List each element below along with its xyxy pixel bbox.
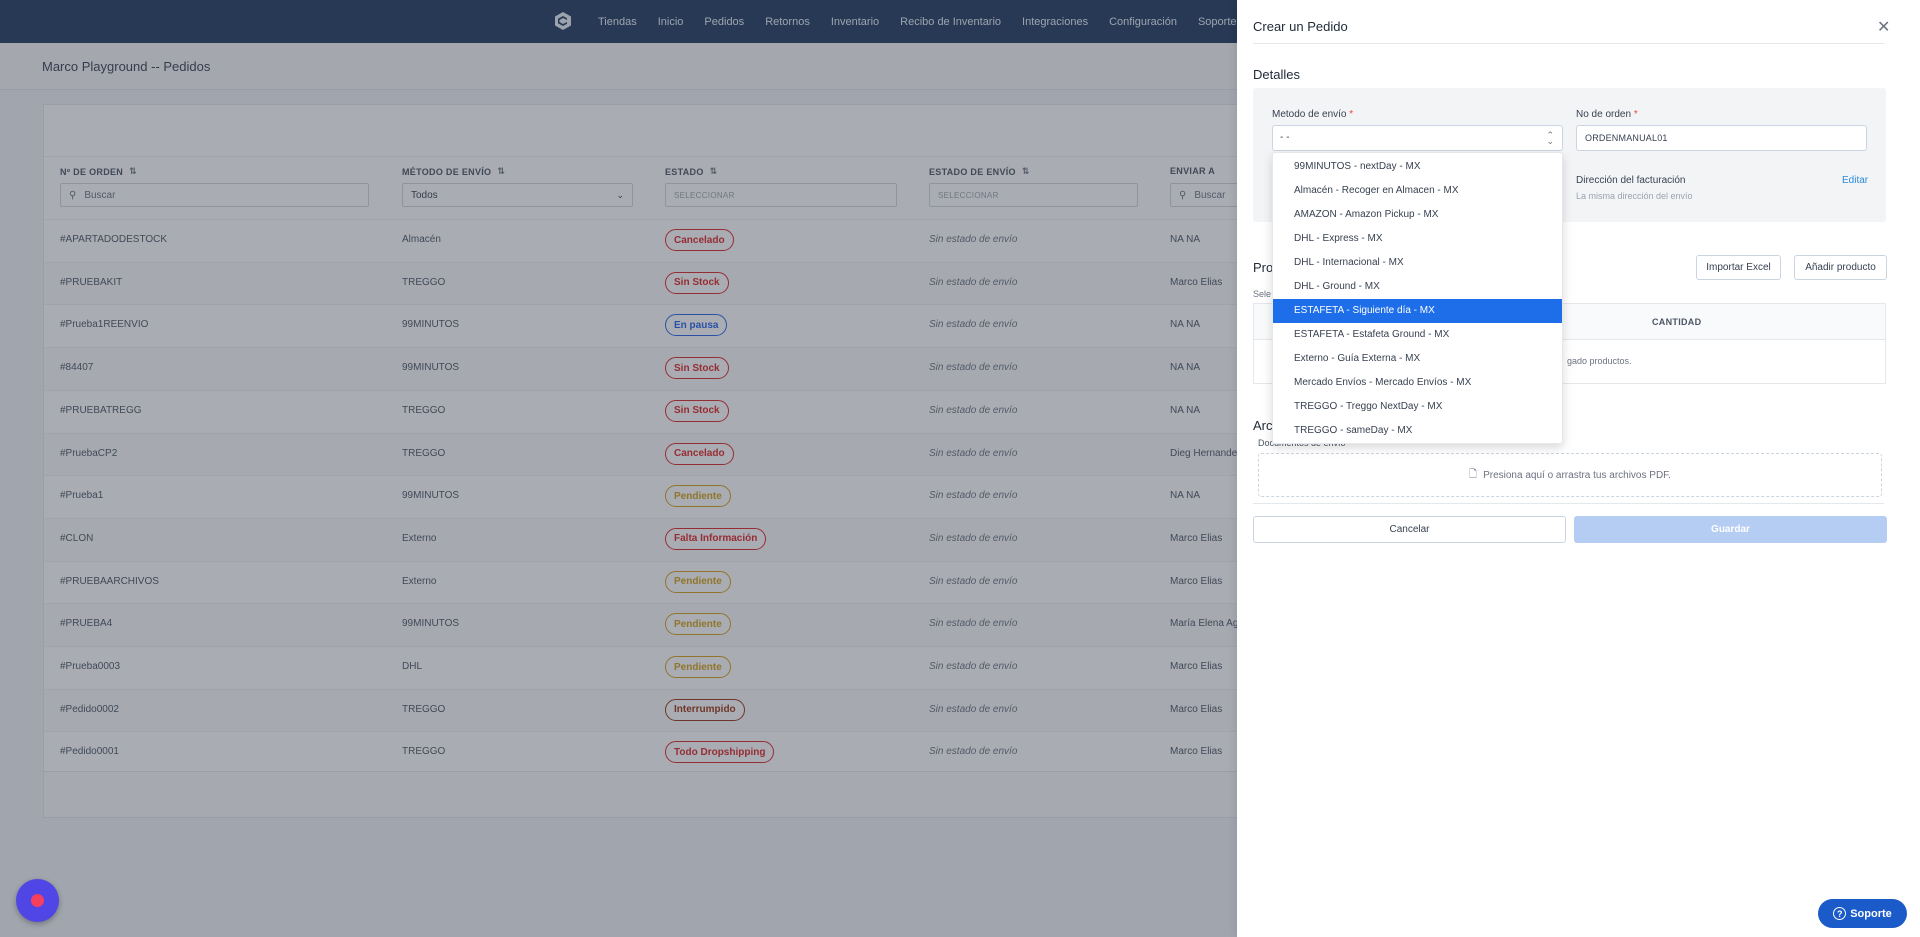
divider: [1253, 43, 1884, 44]
required-asterisk: *: [1349, 109, 1354, 120]
shipping-method-select[interactable]: - - ⌃ ⌄: [1272, 125, 1563, 151]
save-button[interactable]: Guardar: [1574, 516, 1887, 543]
quantity-column-header: CANTIDAD: [1652, 317, 1702, 327]
cancel-button[interactable]: Cancelar: [1253, 516, 1566, 543]
dropzone-text: Presiona aquí o arrastra tus archivos PD…: [1483, 469, 1671, 481]
shipping-method-value: - -: [1280, 132, 1290, 143]
select-updown-icon: ⌃ ⌄: [1546, 130, 1554, 146]
dropdown-option[interactable]: ESTAFETA - Siguiente día - MX: [1273, 299, 1562, 323]
empty-products-message: gado productos.: [1567, 356, 1632, 366]
dropdown-option[interactable]: DHL - Express - MX: [1273, 227, 1562, 251]
add-product-button[interactable]: Añadir producto: [1794, 255, 1887, 280]
shipping-method-label-text: Metodo de envío: [1272, 109, 1347, 120]
pdf-dropzone[interactable]: 🗋 Presiona aquí o arrastra tus archivos …: [1258, 453, 1882, 497]
shipping-method-label: Metodo de envío *: [1272, 109, 1353, 120]
support-label: Soporte: [1850, 907, 1892, 920]
close-icon[interactable]: ✕: [1877, 17, 1890, 37]
billing-address-title: Dirección del facturación: [1576, 175, 1686, 186]
required-asterisk: *: [1633, 109, 1638, 120]
dropdown-option[interactable]: Externo - Guía Externa - MX: [1273, 347, 1562, 371]
details-section-title: Detalles: [1253, 67, 1300, 82]
order-number-input[interactable]: ORDENMANUAL01: [1576, 125, 1867, 151]
dropdown-option[interactable]: AMAZON - Amazon Pickup - MX: [1273, 203, 1562, 227]
file-icon: 🗋: [1469, 468, 1478, 480]
dropdown-option[interactable]: TREGGO - Treggo NextDay - MX: [1273, 395, 1562, 419]
dropdown-option[interactable]: DHL - Ground - MX: [1273, 275, 1562, 299]
chat-dot-icon: [31, 894, 44, 907]
billing-address-subtitle: La misma dirección del envío: [1576, 191, 1693, 201]
dropdown-option[interactable]: DHL - Internacional - MX: [1273, 251, 1562, 275]
dropdown-option[interactable]: TREGGO - sameDay - MX: [1273, 419, 1562, 443]
chat-launcher-button[interactable]: [16, 879, 59, 922]
support-button[interactable]: ? Soporte: [1818, 899, 1907, 928]
order-number-label-text: No de orden: [1576, 109, 1632, 120]
panel-title: Crear un Pedido: [1253, 19, 1348, 34]
dropdown-option[interactable]: Mercado Envíos - Mercado Envíos - MX: [1273, 371, 1562, 395]
import-excel-button[interactable]: Importar Excel: [1696, 255, 1781, 280]
dropdown-option[interactable]: 99MINUTOS - nextDay - MX: [1273, 155, 1562, 179]
dropdown-option[interactable]: Almacén - Recoger en Almacen - MX: [1273, 179, 1562, 203]
files-section-title: Arc: [1253, 418, 1273, 433]
order-number-label: No de orden *: [1576, 109, 1638, 120]
help-icon: ?: [1833, 907, 1847, 920]
shipping-method-dropdown: 99MINUTOS - nextDay - MX Almacén - Recoge…: [1272, 152, 1563, 444]
dropdown-option[interactable]: ESTAFETA - Estafeta Ground - MX: [1273, 323, 1562, 347]
create-order-panel: Crear un Pedido ✕ Detalles Metodo de env…: [1237, 0, 1920, 937]
divider: [1253, 503, 1884, 504]
products-section-title: Pro: [1253, 260, 1274, 275]
products-subtitle: Sele: [1253, 289, 1272, 299]
edit-billing-link[interactable]: Editar: [1842, 175, 1868, 186]
